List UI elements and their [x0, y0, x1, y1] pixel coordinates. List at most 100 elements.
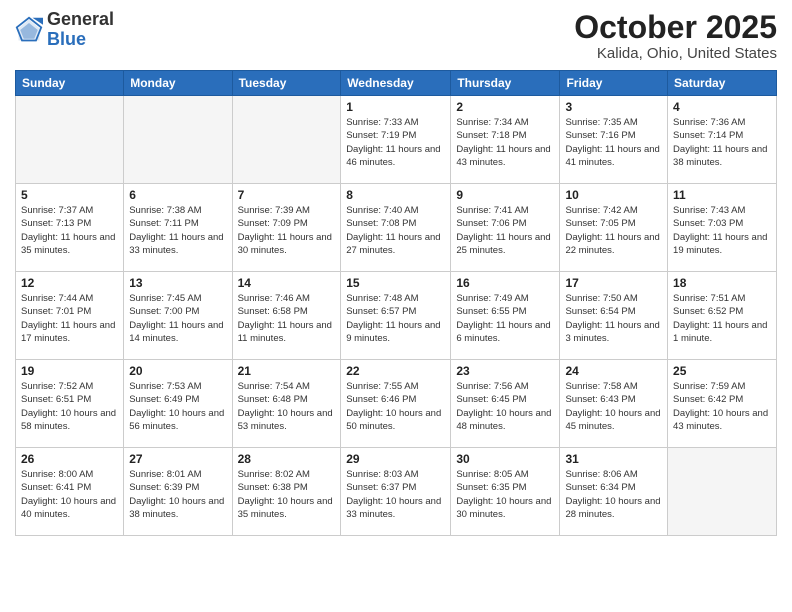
weekday-header: Monday [124, 71, 232, 96]
day-number: 24 [565, 364, 662, 378]
day-number: 29 [346, 452, 445, 466]
calendar-cell [232, 96, 341, 184]
day-info: Sunrise: 8:00 AM Sunset: 6:41 PM Dayligh… [21, 468, 118, 521]
day-number: 22 [346, 364, 445, 378]
day-number: 16 [456, 276, 554, 290]
day-info: Sunrise: 7:33 AM Sunset: 7:19 PM Dayligh… [346, 116, 445, 169]
day-info: Sunrise: 7:43 AM Sunset: 7:03 PM Dayligh… [673, 204, 771, 257]
day-number: 28 [238, 452, 336, 466]
title-area: October 2025 Kalida, Ohio, United States [574, 10, 777, 62]
day-number: 6 [129, 188, 226, 202]
calendar-cell: 10 Sunrise: 7:42 AM Sunset: 7:05 PM Dayli… [560, 184, 668, 272]
day-info: Sunrise: 7:34 AM Sunset: 7:18 PM Dayligh… [456, 116, 554, 169]
day-number: 17 [565, 276, 662, 290]
calendar-cell: 18Sunrise: 7:51 AM Sunset: 6:52 PM Dayli… [668, 272, 777, 360]
calendar-cell: 27Sunrise: 8:01 AM Sunset: 6:39 PM Dayli… [124, 448, 232, 536]
calendar-cell: 14 Sunrise: 7:46 AM Sunset: 6:58 PM Dayli… [232, 272, 341, 360]
calendar-cell: 11 Sunrise: 7:43 AM Sunset: 7:03 PM Dayli… [668, 184, 777, 272]
day-number: 21 [238, 364, 336, 378]
day-number: 9 [456, 188, 554, 202]
week-row: 12 Sunrise: 7:44 AM Sunset: 7:01 PM Dayli… [16, 272, 777, 360]
day-number: 20 [129, 364, 226, 378]
location: Kalida, Ohio, United States [574, 45, 777, 62]
day-info: Sunrise: 7:53 AM Sunset: 6:49 PM Dayligh… [129, 380, 226, 433]
day-info: Sunrise: 7:46 AM Sunset: 6:58 PM Dayligh… [238, 292, 336, 345]
week-row: 19 Sunrise: 7:52 AM Sunset: 6:51 PM Dayli… [16, 360, 777, 448]
calendar-cell: 30Sunrise: 8:05 AM Sunset: 6:35 PM Dayli… [451, 448, 560, 536]
calendar-cell: 13 Sunrise: 7:45 AM Sunset: 7:00 PM Dayli… [124, 272, 232, 360]
day-info: Sunrise: 7:40 AM Sunset: 7:08 PM Dayligh… [346, 204, 445, 257]
calendar-cell: 4 Sunrise: 7:36 AM Sunset: 7:14 PM Daylig… [668, 96, 777, 184]
calendar-cell: 7Sunrise: 7:39 AM Sunset: 7:09 PM Daylig… [232, 184, 341, 272]
day-info: Sunrise: 7:44 AM Sunset: 7:01 PM Dayligh… [21, 292, 118, 345]
day-number: 4 [673, 100, 771, 114]
day-number: 5 [21, 188, 118, 202]
week-row: 1 Sunrise: 7:33 AM Sunset: 7:19 PM Daylig… [16, 96, 777, 184]
day-info: Sunrise: 7:48 AM Sunset: 6:57 PM Dayligh… [346, 292, 445, 345]
calendar-cell: 28 Sunrise: 8:02 AM Sunset: 6:38 PM Dayli… [232, 448, 341, 536]
day-info: Sunrise: 8:02 AM Sunset: 6:38 PM Dayligh… [238, 468, 336, 521]
calendar-cell: 1 Sunrise: 7:33 AM Sunset: 7:19 PM Daylig… [341, 96, 451, 184]
day-info: Sunrise: 7:54 AM Sunset: 6:48 PM Dayligh… [238, 380, 336, 433]
day-number: 12 [21, 276, 118, 290]
day-number: 26 [21, 452, 118, 466]
weekday-header: Friday [560, 71, 668, 96]
month-title: October 2025 [574, 10, 777, 45]
day-number: 11 [673, 188, 771, 202]
day-info: Sunrise: 7:42 AM Sunset: 7:05 PM Dayligh… [565, 204, 662, 257]
day-number: 31 [565, 452, 662, 466]
calendar-cell: 21 Sunrise: 7:54 AM Sunset: 6:48 PM Dayli… [232, 360, 341, 448]
calendar-cell: 16 Sunrise: 7:49 AM Sunset: 6:55 PM Dayli… [451, 272, 560, 360]
calendar-cell: 19 Sunrise: 7:52 AM Sunset: 6:51 PM Dayli… [16, 360, 124, 448]
day-number: 1 [346, 100, 445, 114]
day-number: 25 [673, 364, 771, 378]
logo-icon [15, 16, 43, 44]
day-number: 27 [129, 452, 226, 466]
logo-blue: Blue [47, 30, 114, 50]
calendar-cell: 9 Sunrise: 7:41 AM Sunset: 7:06 PM Daylig… [451, 184, 560, 272]
calendar-cell: 26 Sunrise: 8:00 AM Sunset: 6:41 PM Dayli… [16, 448, 124, 536]
day-info: Sunrise: 7:50 AM Sunset: 6:54 PM Dayligh… [565, 292, 662, 345]
day-info: Sunrise: 7:41 AM Sunset: 7:06 PM Dayligh… [456, 204, 554, 257]
day-info: Sunrise: 7:45 AM Sunset: 7:00 PM Dayligh… [129, 292, 226, 345]
calendar-cell: 23Sunrise: 7:56 AM Sunset: 6:45 PM Dayli… [451, 360, 560, 448]
day-number: 3 [565, 100, 662, 114]
calendar-cell: 8 Sunrise: 7:40 AM Sunset: 7:08 PM Daylig… [341, 184, 451, 272]
day-number: 30 [456, 452, 554, 466]
logo: General Blue [15, 10, 114, 50]
calendar-cell: 29Sunrise: 8:03 AM Sunset: 6:37 PM Dayli… [341, 448, 451, 536]
calendar-cell [124, 96, 232, 184]
calendar-cell: 17 Sunrise: 7:50 AM Sunset: 6:54 PM Dayli… [560, 272, 668, 360]
calendar-cell: 20 Sunrise: 7:53 AM Sunset: 6:49 PM Dayli… [124, 360, 232, 448]
day-info: Sunrise: 7:59 AM Sunset: 6:42 PM Dayligh… [673, 380, 771, 433]
day-number: 8 [346, 188, 445, 202]
day-number: 19 [21, 364, 118, 378]
logo-general: General [47, 10, 114, 30]
weekday-header: Tuesday [232, 71, 341, 96]
calendar-cell [668, 448, 777, 536]
calendar-cell [16, 96, 124, 184]
day-number: 14 [238, 276, 336, 290]
logo-text: General Blue [47, 10, 114, 50]
calendar-cell: 24Sunrise: 7:58 AM Sunset: 6:43 PM Dayli… [560, 360, 668, 448]
day-info: Sunrise: 7:39 AM Sunset: 7:09 PM Dayligh… [238, 204, 336, 257]
day-info: Sunrise: 7:51 AM Sunset: 6:52 PM Dayligh… [673, 292, 771, 345]
header: General Blue October 2025 Kalida, Ohio, … [15, 10, 777, 62]
day-info: Sunrise: 7:37 AM Sunset: 7:13 PM Dayligh… [21, 204, 118, 257]
day-info: Sunrise: 7:35 AM Sunset: 7:16 PM Dayligh… [565, 116, 662, 169]
day-info: Sunrise: 7:38 AM Sunset: 7:11 PM Dayligh… [129, 204, 226, 257]
day-info: Sunrise: 7:36 AM Sunset: 7:14 PM Dayligh… [673, 116, 771, 169]
day-info: Sunrise: 7:49 AM Sunset: 6:55 PM Dayligh… [456, 292, 554, 345]
page: General Blue October 2025 Kalida, Ohio, … [0, 0, 792, 612]
weekday-header-row: SundayMondayTuesdayWednesdayThursdayFrid… [16, 71, 777, 96]
day-number: 2 [456, 100, 554, 114]
weekday-header: Saturday [668, 71, 777, 96]
day-number: 23 [456, 364, 554, 378]
day-info: Sunrise: 8:06 AM Sunset: 6:34 PM Dayligh… [565, 468, 662, 521]
day-number: 13 [129, 276, 226, 290]
day-info: Sunrise: 7:52 AM Sunset: 6:51 PM Dayligh… [21, 380, 118, 433]
day-number: 10 [565, 188, 662, 202]
weekday-header: Wednesday [341, 71, 451, 96]
calendar-cell: 15Sunrise: 7:48 AM Sunset: 6:57 PM Dayli… [341, 272, 451, 360]
calendar-cell: 5 Sunrise: 7:37 AM Sunset: 7:13 PM Daylig… [16, 184, 124, 272]
